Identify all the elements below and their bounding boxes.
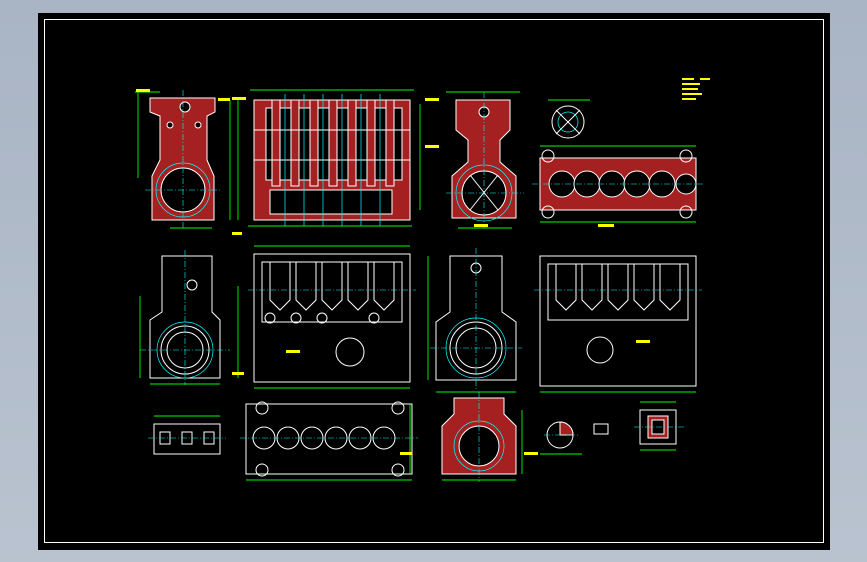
end-view-right (427, 248, 522, 393)
right-detail-view (634, 401, 684, 451)
top-view (240, 401, 418, 481)
cad-drawing-canvas[interactable] (0, 0, 867, 562)
small-section-view (148, 415, 226, 455)
rear-view (534, 255, 702, 393)
end-section-right-view (446, 91, 524, 229)
detail-circle-view (548, 99, 590, 139)
front-section-view (232, 89, 439, 235)
bottom-section-view (532, 145, 704, 227)
bearing-section-view (441, 392, 538, 482)
small-details-view (540, 421, 609, 455)
end-view-left (139, 250, 244, 385)
end-section-left-view (135, 89, 231, 229)
front-view-middle (248, 245, 416, 389)
technical-notes-block (682, 78, 710, 100)
